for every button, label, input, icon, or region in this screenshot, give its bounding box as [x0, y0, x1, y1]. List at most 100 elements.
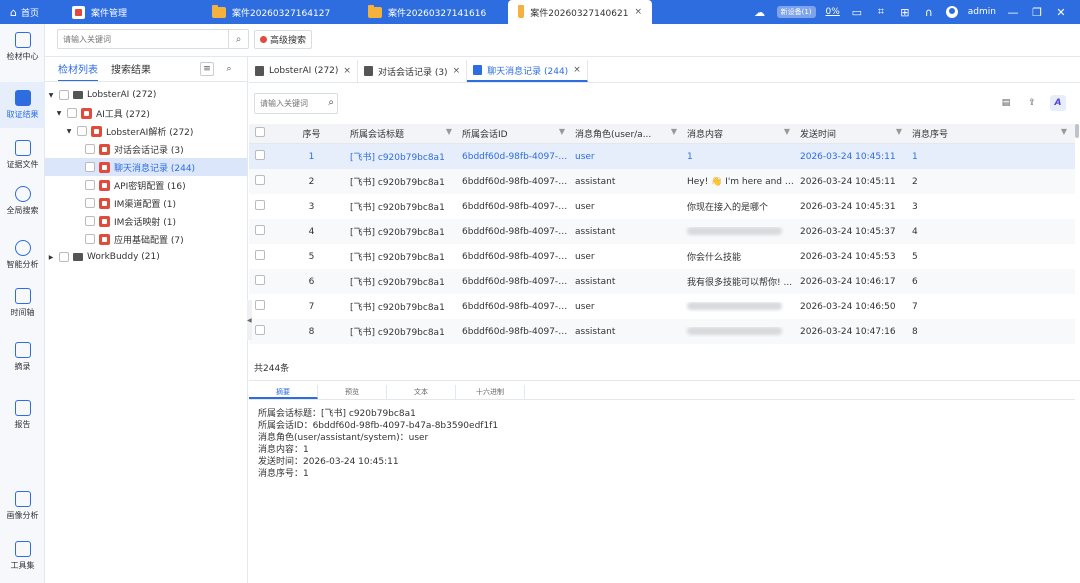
- tab-hex[interactable]: 十六进制: [456, 385, 525, 399]
- window-close-icon[interactable]: ✕: [1054, 6, 1068, 19]
- col-content[interactable]: 消息内容 ▼: [681, 127, 794, 140]
- rail-item-global-search[interactable]: 全局搜索: [0, 186, 45, 216]
- upload-icon[interactable]: ⇪: [1024, 95, 1040, 111]
- caret-right-icon[interactable]: ▶: [47, 254, 55, 261]
- cloud-icon[interactable]: ☁: [753, 6, 767, 19]
- checkbox[interactable]: [59, 90, 69, 100]
- rail-item-material-center[interactable]: 检材中心: [0, 32, 45, 62]
- tree-node-im-channel[interactable]: IM渠道配置 (1): [45, 194, 247, 212]
- rail-item-report[interactable]: 报告: [0, 400, 45, 430]
- filter-icon[interactable]: ▼: [671, 127, 677, 136]
- checkbox[interactable]: [85, 234, 95, 244]
- tab-case-2[interactable]: 案件20260327141616: [358, 0, 508, 24]
- home-tab[interactable]: ⌂ 首页: [0, 0, 62, 24]
- advanced-search-button[interactable]: 高级搜索: [254, 30, 313, 49]
- tree-node-workbuddy[interactable]: ▶ WorkBuddy (21): [45, 248, 247, 266]
- checkbox[interactable]: [67, 108, 77, 118]
- tab-case-management[interactable]: 案件管理: [62, 0, 202, 24]
- tree-node-lobsterai[interactable]: ▼ LobsterAI (272): [45, 86, 247, 104]
- tab-chat-messages[interactable]: 聊天消息记录 (244) ×: [467, 60, 588, 82]
- minimize-icon[interactable]: —: [1006, 6, 1020, 19]
- checkbox[interactable]: [77, 126, 87, 136]
- col-title[interactable]: 所属会话标题 ▼: [344, 127, 456, 140]
- tree-node-lobsterai-parse[interactable]: ▼ LobsterAI解析 (272): [45, 122, 247, 140]
- tab-preview[interactable]: 预览: [318, 385, 387, 399]
- tab-lobsterai[interactable]: LobsterAI (272) ×: [249, 60, 358, 82]
- tree-node-conversation-records[interactable]: 对话会话记录 (3): [45, 140, 247, 158]
- filter-icon[interactable]: ▼: [559, 127, 565, 136]
- col-time[interactable]: 发送时间 ▼: [794, 127, 906, 140]
- tab-case-3[interactable]: 案件20260327140621 ×: [508, 0, 652, 24]
- row-checkbox[interactable]: [255, 200, 265, 210]
- row-checkbox[interactable]: [255, 250, 265, 260]
- device-badge[interactable]: 新设备(1): [776, 6, 816, 18]
- grid-icon[interactable]: ⊞: [898, 6, 912, 19]
- menu-icon[interactable]: ≡: [200, 62, 214, 76]
- filter-icon[interactable]: ▼: [1061, 127, 1067, 136]
- table-row[interactable]: 2 [飞书] c920b79bc8a1 6bddf60d-98fb-4097-b..…: [249, 169, 1075, 194]
- rail-item-forensic-results[interactable]: 取证结果: [0, 82, 45, 128]
- checkbox[interactable]: [85, 180, 95, 190]
- tab-summary[interactable]: 摘要: [249, 385, 318, 399]
- table-row[interactable]: 1 [飞书] c920b79bc8a1 6bddf60d-98fb-4097-b..…: [249, 144, 1075, 169]
- user-name[interactable]: admin: [968, 7, 996, 17]
- row-checkbox[interactable]: [255, 150, 265, 160]
- grid-search-input[interactable]: [255, 94, 319, 113]
- col-seq[interactable]: 消息序号 ▼: [906, 127, 1071, 140]
- col-session-id[interactable]: 所属会话ID ▼: [456, 127, 569, 140]
- search-icon[interactable]: ⌕: [328, 97, 334, 108]
- row-checkbox[interactable]: [255, 300, 265, 310]
- col-role[interactable]: 消息角色(user/a... ▼: [569, 127, 681, 140]
- close-icon[interactable]: ×: [634, 7, 642, 17]
- tab-search-results[interactable]: 搜索结果: [111, 61, 151, 82]
- checkbox[interactable]: [85, 162, 95, 172]
- row-checkbox[interactable]: [255, 325, 265, 335]
- rail-item-evidence-files[interactable]: 证据文件: [0, 140, 45, 170]
- row-checkbox[interactable]: [255, 225, 265, 235]
- crop-icon[interactable]: ⌗: [874, 5, 888, 18]
- filter-icon[interactable]: ▼: [784, 127, 790, 136]
- caret-down-icon[interactable]: ▼: [55, 110, 63, 117]
- tree-node-im-mapping[interactable]: IM会话映射 (1): [45, 212, 247, 230]
- table-row[interactable]: 4 [飞书] c920b79bc8a1 6bddf60d-98fb-4097-b..…: [249, 219, 1075, 244]
- video-icon[interactable]: ▭: [850, 6, 864, 19]
- table-row[interactable]: 8 [飞书] c920b79bc8a1 6bddf60d-98fb-4097-b..…: [249, 319, 1075, 344]
- table-row[interactable]: 5 [飞书] c920b79bc8a1 6bddf60d-98fb-4097-b..…: [249, 244, 1075, 269]
- rail-item-profile-analysis[interactable]: 画像分析: [0, 491, 45, 521]
- tree-node-ai-tools[interactable]: ▼ AI工具 (272): [45, 104, 247, 122]
- checkbox[interactable]: [85, 216, 95, 226]
- checkbox[interactable]: [85, 144, 95, 154]
- search-icon[interactable]: ⌕: [222, 62, 236, 76]
- caret-down-icon[interactable]: ▼: [47, 92, 55, 99]
- rail-item-toolset[interactable]: 工具集: [0, 541, 45, 571]
- rail-item-excerpt[interactable]: 摘录: [0, 342, 45, 372]
- col-index[interactable]: 序号: [279, 127, 344, 140]
- row-checkbox[interactable]: [255, 275, 265, 285]
- rail-item-timeline[interactable]: 时间轴: [0, 288, 45, 318]
- row-checkbox[interactable]: [255, 175, 265, 185]
- restore-icon[interactable]: ❐: [1030, 6, 1044, 19]
- tab-case-1[interactable]: 案件20260327164127: [202, 0, 358, 24]
- tree-node-chat-messages[interactable]: 聊天消息记录 (244): [45, 158, 247, 176]
- close-icon[interactable]: ×: [573, 65, 581, 75]
- filter-icon[interactable]: ▼: [446, 127, 452, 136]
- close-icon[interactable]: ×: [343, 66, 351, 76]
- headset-icon[interactable]: ∩: [922, 6, 936, 19]
- checkbox[interactable]: [85, 198, 95, 208]
- tree-node-app-config[interactable]: 应用基础配置 (7): [45, 230, 247, 248]
- avatar[interactable]: [945, 6, 958, 18]
- search-icon[interactable]: ⌕: [228, 30, 248, 48]
- tree-node-api-keys[interactable]: API密钥配置 (16): [45, 176, 247, 194]
- tab-conversation-records[interactable]: 对话会话记录 (3) ×: [358, 60, 468, 82]
- progress-percent[interactable]: 0%: [826, 7, 840, 17]
- select-all-checkbox[interactable]: [255, 127, 265, 137]
- export-doc-icon[interactable]: ▤: [998, 95, 1014, 111]
- collapse-handle[interactable]: ◀: [247, 300, 252, 340]
- font-icon[interactable]: A: [1050, 95, 1066, 111]
- caret-down-icon[interactable]: ▼: [65, 128, 73, 135]
- close-icon[interactable]: ×: [453, 66, 461, 76]
- rail-item-smart-analysis[interactable]: 智能分析: [0, 240, 45, 270]
- tab-text[interactable]: 文本: [387, 385, 456, 399]
- search-input[interactable]: [58, 30, 228, 48]
- table-row[interactable]: 3 [飞书] c920b79bc8a1 6bddf60d-98fb-4097-b..…: [249, 194, 1075, 219]
